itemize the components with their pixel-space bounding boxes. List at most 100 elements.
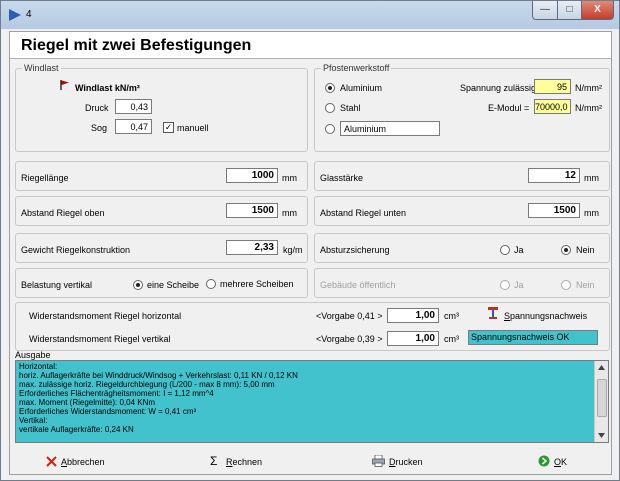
ok-icon	[538, 455, 550, 467]
widerstand-vert-input[interactable]: 1,00	[387, 331, 439, 346]
gewicht-input[interactable]: 2,33	[226, 240, 278, 255]
spannungsnachweis-button[interactable]: Spannungsnachweis	[504, 311, 587, 321]
abstand-oben-input[interactable]: 1500	[226, 203, 278, 218]
gewicht-group: Gewicht Riegelkonstruktion 2,33 kg/m	[15, 233, 308, 263]
radio-mehrere-scheiben[interactable]	[206, 279, 216, 289]
page-title: Riegel mit zwei Befestigungen	[21, 37, 252, 54]
ausgabe-scrollbar[interactable]	[594, 361, 608, 442]
druck-input[interactable]: 0,43	[115, 99, 152, 114]
maximize-button[interactable]: □	[557, 1, 582, 20]
abstand-oben-label: Abstand Riegel oben	[21, 208, 105, 218]
pfostenwerkstoff-group: Pfostenwerkstoff Aluminium Stahl Alumini…	[314, 63, 610, 152]
minimize-button[interactable]: —	[532, 1, 558, 20]
belastung-group: Belastung vertikal eine Scheibe mehrere …	[15, 268, 308, 298]
close-button[interactable]: X	[581, 1, 614, 20]
emodul-unit: N/mm²	[575, 103, 602, 113]
spannungsnachweis-status: Spannungsnachweis OK	[468, 330, 598, 345]
riegellaenge-label: Riegellänge	[21, 173, 69, 183]
widerstand-group: Widerstandsmoment Riegel horizontal <Vor…	[15, 302, 610, 351]
spannung-input[interactable]: 95	[534, 79, 571, 94]
glasstaerke-input[interactable]: 12	[528, 168, 580, 183]
ausgabe-output[interactable]: Horizontal: horiz. Auflagerkräfte bei Wi…	[15, 360, 609, 443]
radio-stahl[interactable]	[325, 103, 335, 113]
sigma-icon: Σ	[210, 454, 218, 468]
scroll-up-icon[interactable]	[598, 365, 605, 370]
sog-label: Sog	[91, 123, 108, 133]
printer-icon	[372, 455, 385, 467]
stahl-label: Stahl	[340, 103, 361, 113]
windlast-legend: Windlast	[22, 63, 61, 73]
radio-custom[interactable]	[325, 124, 335, 134]
eine-scheibe-label: eine Scheibe	[147, 280, 200, 290]
abstand-oben-unit: mm	[282, 208, 297, 218]
absturz-label: Absturzsicherung	[320, 245, 390, 255]
belastung-label: Belastung vertikal	[21, 280, 93, 290]
abstand-oben-group: Abstand Riegel oben 1500 mm	[15, 196, 308, 226]
ausgabe-line: max. Moment (Riegelmitte): 0,04 KNm	[19, 398, 156, 407]
gebaeude-group: Gebäude öffentlich Ja Nein	[314, 268, 610, 298]
ausgabe-line: horiz. Auflagerkräfte bei Winddruck/Wind…	[19, 371, 298, 380]
widerstand-vert-label: Widerstandsmoment Riegel vertikal	[29, 334, 171, 344]
glasstaerke-label: Glasstärke	[320, 173, 364, 183]
ausgabe-line: vertikale Auflagerkräfte: 0,24 KN	[19, 425, 134, 434]
gewicht-label: Gewicht Riegelkonstruktion	[21, 245, 131, 255]
glasstaerke-group: Glasstärke 12 mm	[314, 161, 610, 191]
window-title: 4	[26, 9, 32, 20]
custom-material-input[interactable]: Aluminium	[340, 121, 440, 136]
windlast-heading: Windlast kN/m²	[75, 83, 140, 93]
widerstand-horiz-label: Widerstandsmoment Riegel horizontal	[29, 311, 182, 321]
mehrere-scheiben-label: mehrere Scheiben	[220, 279, 294, 289]
gebaeude-label: Gebäude öffentlich	[320, 280, 396, 290]
widerstand-vert-vorgabe: <Vorgabe 0,39 >	[316, 334, 383, 344]
spannung-unit: N/mm²	[575, 83, 602, 93]
cancel-icon	[46, 456, 57, 467]
ausgabe-label: Ausgabe	[15, 350, 51, 360]
title-bar[interactable]: 4 — □ X	[1, 1, 619, 29]
riegellaenge-unit: mm	[282, 173, 297, 183]
main-window: 4 — □ X Riegel mit zwei Befestigungen Wi…	[0, 0, 620, 481]
flag-icon	[60, 80, 69, 90]
widerstand-horiz-unit: cm³	[444, 311, 459, 321]
scroll-thumb[interactable]	[597, 379, 607, 417]
emodul-label: E-Modul =	[488, 103, 530, 113]
riegellaenge-group: Riegellänge 1000 mm	[15, 161, 308, 191]
druck-label: Druck	[85, 103, 109, 113]
scroll-down-icon[interactable]	[598, 433, 605, 438]
pfosten-legend: Pfostenwerkstoff	[321, 63, 392, 73]
radio-absturz-nein[interactable]	[561, 245, 571, 255]
ausgabe-line: max. zulässige horiz. Riegeldurchbiegung…	[19, 380, 275, 389]
spannungsnachweis-icon	[488, 307, 498, 319]
gebaeude-ja-label: Ja	[514, 280, 524, 290]
dialog-body: Riegel mit zwei Befestigungen Windlast W…	[9, 31, 612, 475]
absturz-nein-label: Nein	[576, 245, 595, 255]
manuell-checkbox[interactable]: ✓	[163, 122, 174, 133]
radio-gebaeude-nein[interactable]	[561, 280, 571, 290]
abstand-unten-input[interactable]: 1500	[528, 203, 580, 218]
absturz-group: Absturzsicherung Ja Nein	[314, 233, 610, 263]
app-icon	[9, 9, 21, 21]
aluminium-label: Aluminium	[340, 83, 383, 93]
emodul-input[interactable]: 70000,0	[534, 99, 571, 114]
spannung-label: Spannung zulässig=	[460, 83, 542, 93]
manuell-label: manuell	[177, 123, 209, 133]
riegellaenge-input[interactable]: 1000	[226, 168, 278, 183]
ausgabe-line: Horizontal:	[19, 362, 58, 371]
radio-gebaeude-ja[interactable]	[500, 280, 510, 290]
abstand-unten-group: Abstand Riegel unten 1500 mm	[314, 196, 610, 226]
header: Riegel mit zwei Befestigungen	[10, 32, 611, 59]
sog-input[interactable]: 0,47	[115, 119, 152, 134]
abstand-unten-unit: mm	[584, 208, 599, 218]
radio-aluminium[interactable]	[325, 83, 335, 93]
gewicht-unit: kg/m	[283, 245, 303, 255]
ausgabe-line: Vertikal:	[19, 416, 48, 425]
widerstand-horiz-input[interactable]: 1,00	[387, 308, 439, 323]
absturz-ja-label: Ja	[514, 245, 524, 255]
gebaeude-nein-label: Nein	[576, 280, 595, 290]
radio-absturz-ja[interactable]	[500, 245, 510, 255]
widerstand-vert-unit: cm³	[444, 334, 459, 344]
radio-eine-scheibe[interactable]	[133, 280, 143, 290]
ausgabe-line: Erforderliches Widerstandsmoment: W = 0,…	[19, 407, 197, 416]
abstand-unten-label: Abstand Riegel unten	[320, 208, 407, 218]
ausgabe-line: Erforderliches Flächenträgheitsmoment: I…	[19, 389, 214, 398]
widerstand-horiz-vorgabe: <Vorgabe 0,41 >	[316, 311, 383, 321]
